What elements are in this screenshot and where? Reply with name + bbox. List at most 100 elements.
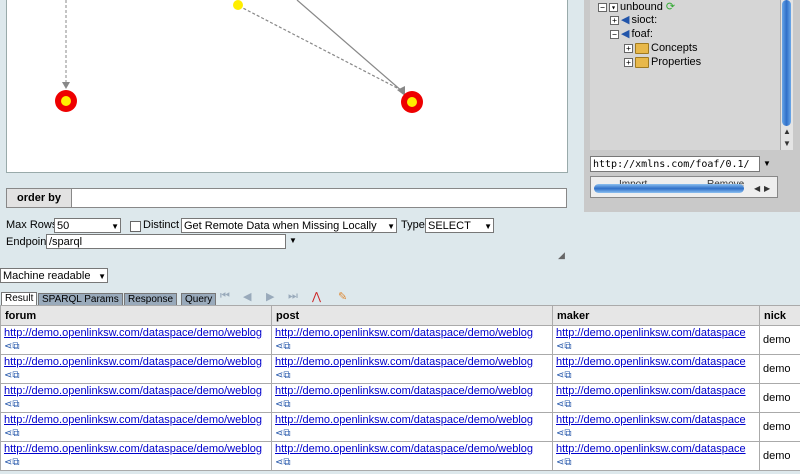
schema-panel: − ▾ unbound ⟳ + ◀ sioct: − ◀ foaf: + Concepts +…	[584, 0, 800, 212]
column-header[interactable]: maker	[552, 305, 760, 326]
remote-data-select[interactable]: Get Remote Data when Missing Locally ▼	[181, 218, 397, 233]
explore-link-icon[interactable]: ⋖⧉	[4, 369, 268, 382]
explore-link-icon[interactable]: ⋖⧉	[556, 427, 756, 440]
uri-link[interactable]: http://demo.openlinksw.com/dataspace/dem…	[275, 414, 549, 427]
table-cell: http://demo.openlinksw.com/dataspace/dem…	[271, 354, 553, 384]
graph-node-center	[61, 96, 71, 106]
last-page-icon[interactable]: ⏭	[288, 290, 298, 303]
graph-node-small[interactable]	[233, 0, 243, 10]
uri-link[interactable]: http://demo.openlinksw.com/dataspace	[556, 414, 756, 427]
column-header[interactable]: post	[271, 305, 553, 326]
explore-link-icon[interactable]: ⋖⧉	[275, 456, 549, 469]
uri-link[interactable]: http://demo.openlinksw.com/dataspace	[556, 443, 756, 456]
max-rows-select[interactable]: 50 ▼	[54, 218, 121, 233]
tree-item-sioct[interactable]: + ◀ sioct:	[610, 13, 657, 27]
tree-vertical-scrollbar[interactable]: ▲ ▼	[780, 0, 793, 150]
column-header[interactable]: forum	[0, 305, 272, 326]
uri-link[interactable]: http://demo.openlinksw.com/dataspace	[556, 356, 756, 369]
uri-link[interactable]: http://demo.openlinksw.com/dataspace	[556, 385, 756, 398]
table-cell: http://demo.openlinksw.com/dataspace ⋖⧉	[552, 383, 760, 413]
uri-link[interactable]: http://demo.openlinksw.com/dataspace/dem…	[275, 443, 549, 456]
tree-horizontal-scrollbar[interactable]	[594, 184, 744, 193]
table-cell: http://demo.openlinksw.com/dataspace ⋖⧉	[552, 354, 760, 384]
table-cell: http://demo.openlinksw.com/dataspace/dem…	[271, 441, 553, 471]
chevron-down-icon: ▼	[98, 272, 106, 281]
uri-link[interactable]: http://demo.openlinksw.com/dataspace/dem…	[4, 327, 268, 340]
explore-link-icon[interactable]: ⋖⧉	[556, 456, 756, 469]
uri-link[interactable]: http://demo.openlinksw.com/dataspace/dem…	[275, 327, 549, 340]
chevron-down-icon[interactable]: ▼	[760, 156, 774, 172]
table-cell: http://demo.openlinksw.com/dataspace/dem…	[0, 354, 272, 384]
first-page-icon[interactable]: ⏮	[220, 290, 230, 303]
uri-link[interactable]: http://demo.openlinksw.com/dataspace/dem…	[4, 385, 268, 398]
arrowhead	[62, 82, 70, 89]
previous-page-icon[interactable]: ◀	[243, 290, 251, 303]
expand-icon[interactable]: +	[624, 43, 633, 53]
explore-link-icon[interactable]: ⋖⧉	[4, 427, 268, 440]
table-row: http://demo.openlinksw.com/dataspace/dem…	[0, 441, 800, 471]
explore-link-icon[interactable]: ⋖⧉	[4, 398, 268, 411]
table-cell: http://demo.openlinksw.com/dataspace/dem…	[0, 325, 272, 355]
uri-link[interactable]: http://demo.openlinksw.com/dataspace/dem…	[275, 356, 549, 369]
uri-link[interactable]: http://demo.openlinksw.com/dataspace/dem…	[275, 385, 549, 398]
explore-link-icon[interactable]: ⋖⧉	[275, 369, 549, 382]
format-select[interactable]: Machine readable ▼	[0, 268, 108, 283]
endpoint-input[interactable]: /sparql	[46, 234, 286, 249]
uri-link[interactable]: http://demo.openlinksw.com/dataspace/dem…	[4, 443, 268, 456]
tree-item-foaf[interactable]: − ◀ foaf:	[610, 27, 653, 41]
type-select[interactable]: SELECT ▼	[425, 218, 494, 233]
scroll-up-icon[interactable]: ▲	[781, 126, 793, 137]
table-cell: http://demo.openlinksw.com/dataspace/dem…	[0, 441, 272, 471]
uri-link[interactable]: http://demo.openlinksw.com/dataspace/dem…	[4, 414, 268, 427]
resize-grip-icon[interactable]: ◢	[558, 250, 565, 261]
order-by-field[interactable]: order by	[6, 188, 567, 208]
graph-node-center	[407, 97, 417, 107]
folder-icon	[635, 56, 649, 68]
scroll-left-icon[interactable]: ◀	[754, 184, 760, 193]
table-cell: demo	[759, 383, 800, 413]
uri-link[interactable]: http://demo.openlinksw.com/dataspace/dem…	[4, 356, 268, 369]
schema-tree: − ▾ unbound ⟳ + ◀ sioct: − ◀ foaf: + Concepts +…	[590, 0, 780, 150]
tree-item-concepts[interactable]: + Concepts	[624, 41, 697, 55]
scroll-down-icon[interactable]: ▼	[781, 138, 793, 149]
expand-icon[interactable]: +	[624, 57, 633, 67]
table-cell: http://demo.openlinksw.com/dataspace/dem…	[271, 383, 553, 413]
type-label: Type	[401, 219, 425, 231]
graph-view-icon[interactable]: ⋀	[312, 290, 321, 303]
query-graph-canvas[interactable]	[6, 0, 568, 173]
namespace-icon: ◀	[621, 28, 630, 40]
uri-link[interactable]: http://demo.openlinksw.com/dataspace	[556, 327, 756, 340]
explore-link-icon[interactable]: ⋖⧉	[275, 398, 549, 411]
explore-link-icon[interactable]: ⋖⧉	[556, 398, 756, 411]
distinct-checkbox[interactable]	[130, 221, 141, 232]
explore-link-icon[interactable]: ⋖⧉	[275, 427, 549, 440]
namespace-uri-input[interactable]: http://xmlns.com/foaf/0.1/	[590, 156, 760, 172]
graph-icon: ▾	[609, 2, 618, 12]
next-page-icon[interactable]: ▶	[266, 290, 274, 303]
scrollbar-thumb[interactable]	[782, 0, 791, 126]
refresh-icon[interactable]: ⟳	[666, 1, 675, 13]
chevron-down-icon[interactable]: ▼	[289, 233, 297, 249]
results-table: forum post maker nick http://demo.openli…	[0, 305, 800, 471]
explore-link-icon[interactable]: ⋖⧉	[556, 369, 756, 382]
explore-link-icon[interactable]: ⋖⧉	[4, 340, 268, 353]
tree-item-properties[interactable]: + Properties	[624, 55, 701, 69]
explore-link-icon[interactable]: ⋖⧉	[556, 340, 756, 353]
chevron-down-icon: ▼	[111, 222, 119, 231]
scroll-right-icon[interactable]: ▶	[764, 184, 770, 193]
graph-edge-dashed	[238, 5, 402, 91]
chevron-down-icon: ▼	[484, 222, 492, 231]
tree-root[interactable]: − ▾ unbound ⟳	[598, 0, 675, 14]
chevron-down-icon: ▼	[387, 222, 395, 231]
column-header[interactable]: nick	[759, 305, 800, 326]
table-cell: http://demo.openlinksw.com/dataspace/dem…	[0, 412, 272, 442]
collapse-icon[interactable]: −	[598, 2, 607, 12]
expand-icon[interactable]: +	[610, 15, 619, 25]
collapse-icon[interactable]: −	[610, 29, 619, 39]
table-row: http://demo.openlinksw.com/dataspace/dem…	[0, 354, 800, 384]
edit-icon[interactable]: ✎	[338, 290, 347, 303]
explore-link-icon[interactable]: ⋖⧉	[4, 456, 268, 469]
table-cell: http://demo.openlinksw.com/dataspace/dem…	[271, 325, 553, 355]
explore-link-icon[interactable]: ⋖⧉	[275, 340, 549, 353]
max-rows-label: Max Rows	[6, 219, 58, 231]
